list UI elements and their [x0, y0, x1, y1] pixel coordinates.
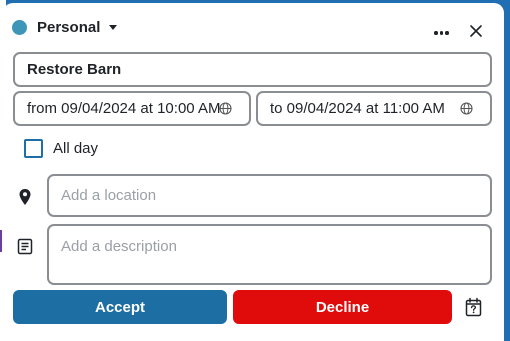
close-icon[interactable] [469, 24, 483, 38]
calendar-selector[interactable]: Personal [12, 19, 118, 36]
globe-icon[interactable] [219, 102, 232, 115]
description-input[interactable]: Add a description [47, 224, 492, 285]
event-title-text: Restore Barn [27, 61, 122, 78]
start-datetime-text: from 09/04/2024 at 10:00 AM [27, 100, 221, 117]
start-datetime-field[interactable]: from 09/04/2024 at 10:00 AM [13, 91, 251, 126]
map-pin-icon [18, 188, 32, 206]
notes-icon [17, 238, 33, 255]
decline-button[interactable]: Decline [233, 290, 452, 324]
all-day-label: All day [53, 140, 99, 157]
chevron-down-icon [109, 25, 118, 30]
all-day-toggle[interactable]: All day [24, 139, 98, 158]
accept-button-label: Accept [94, 298, 146, 316]
end-datetime-text: to 09/04/2024 at 11:00 AM [270, 100, 445, 117]
event-title-input[interactable]: Restore Barn [13, 52, 492, 87]
calendar-name: Personal [37, 19, 101, 36]
calendar-question-icon[interactable] [465, 297, 482, 317]
more-horizontal-icon[interactable] [434, 31, 449, 35]
accept-button[interactable]: Accept [13, 290, 227, 324]
description-placeholder: Add a description [61, 238, 177, 255]
location-input[interactable]: Add a location [47, 174, 492, 217]
globe-icon[interactable] [460, 102, 473, 115]
end-datetime-field[interactable]: to 09/04/2024 at 11:00 AM [256, 91, 492, 126]
calendar-color-dot [12, 20, 27, 35]
decline-button-label: Decline [315, 298, 370, 316]
background-event-marker [0, 230, 2, 252]
all-day-checkbox[interactable] [24, 139, 43, 158]
location-placeholder: Add a location [61, 187, 157, 204]
event-popover: Personal Restore Barn from 09/04/2024 at… [3, 3, 504, 341]
